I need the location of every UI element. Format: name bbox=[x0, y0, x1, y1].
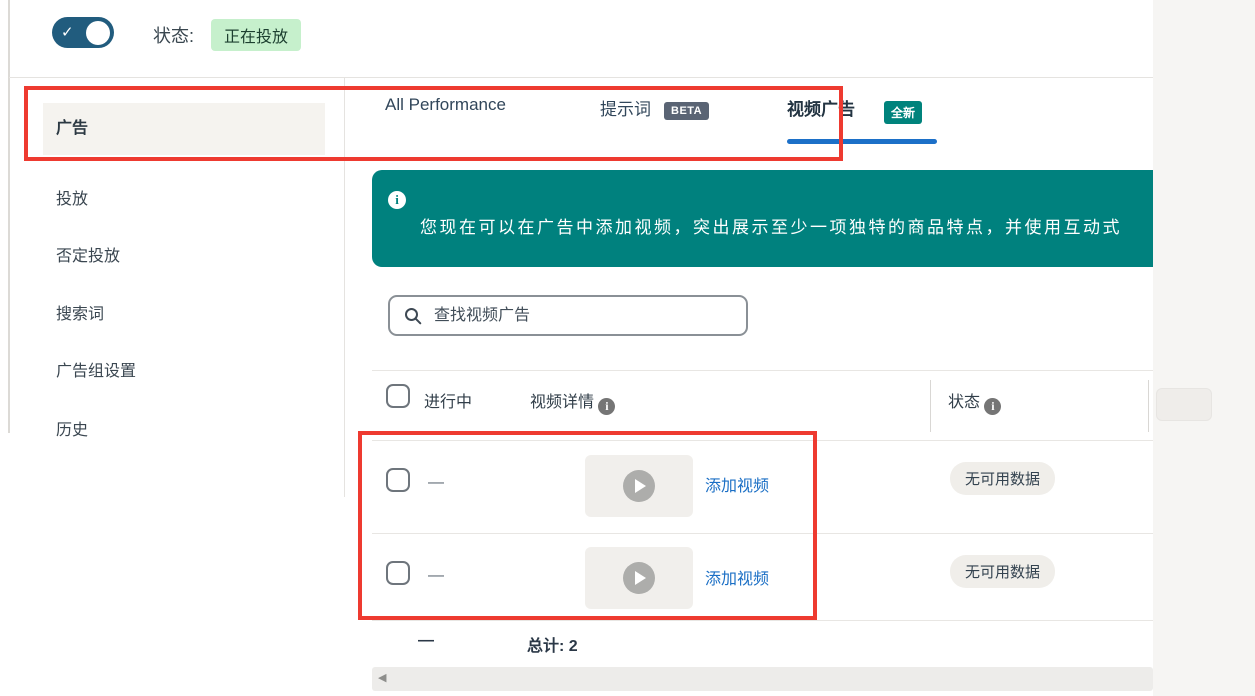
status-value-badge: 无可用数据 bbox=[950, 555, 1055, 588]
new-badge: 全新 bbox=[884, 101, 922, 124]
status-badge: 正在投放 bbox=[211, 19, 301, 51]
tab-video-ads[interactable]: 视频广告 bbox=[787, 95, 855, 120]
sidebar-item-negative-targeting[interactable]: 否定投放 bbox=[43, 237, 325, 277]
add-video-link[interactable]: 添加视频 bbox=[705, 472, 769, 496]
cut-off-panel-chip bbox=[1156, 388, 1212, 421]
column-divider bbox=[930, 380, 931, 432]
info-icon: i bbox=[388, 191, 406, 209]
content-card-border bbox=[344, 78, 345, 497]
info-icon[interactable]: i bbox=[598, 398, 615, 415]
status-value-badge: 无可用数据 bbox=[950, 462, 1055, 495]
toggle-knob bbox=[86, 21, 110, 45]
column-divider bbox=[1148, 380, 1149, 432]
footer-total: 总计: 2 bbox=[527, 632, 578, 656]
running-value: — bbox=[428, 567, 444, 585]
search-icon bbox=[404, 307, 422, 325]
play-icon bbox=[623, 470, 655, 502]
table-border bbox=[372, 620, 1153, 621]
column-header-status: 状态 i bbox=[948, 388, 1001, 415]
play-icon bbox=[623, 562, 655, 594]
sidebar-item-search-terms[interactable]: 搜索词 bbox=[43, 295, 325, 335]
sidebar-item-targeting[interactable]: 投放 bbox=[43, 180, 325, 220]
select-all-checkbox[interactable] bbox=[386, 384, 410, 408]
header-divider bbox=[9, 77, 1153, 78]
tab-all-performance[interactable]: All Performance bbox=[385, 95, 506, 115]
tab-prompt-words[interactable]: 提示词 bbox=[600, 95, 651, 120]
column-header-status-label: 状态 bbox=[948, 394, 980, 411]
info-icon[interactable]: i bbox=[984, 398, 1001, 415]
status-label: 状态: bbox=[153, 22, 194, 48]
right-background-band bbox=[1153, 0, 1255, 696]
sidebar-item-ad-group-settings[interactable]: 广告组设置 bbox=[43, 352, 325, 392]
scroll-left-arrow-icon[interactable]: ◀ bbox=[378, 671, 386, 684]
checkmark-icon: ✓ bbox=[61, 23, 74, 41]
footer-running-total: — bbox=[418, 632, 434, 650]
sidebar-item-history[interactable]: 历史 bbox=[43, 411, 325, 451]
campaign-manager-page: ✓ 状态: 正在投放 广告 投放 否定投放 搜索词 广告组设置 历史 All P… bbox=[0, 0, 1255, 696]
video-info-banner: i 您现在可以在广告中添加视频，突出展示至少一项独特的商品特点，并使用互动式 bbox=[372, 170, 1153, 267]
campaign-status-toggle[interactable]: ✓ bbox=[52, 17, 114, 48]
horizontal-scrollbar[interactable]: ◀ bbox=[372, 667, 1153, 691]
video-thumbnail-placeholder bbox=[585, 547, 693, 609]
left-panel-edge bbox=[8, 0, 10, 433]
video-search-box[interactable] bbox=[388, 295, 748, 336]
column-header-video-details-label: 视频详情 bbox=[530, 394, 594, 411]
search-input[interactable] bbox=[434, 299, 734, 332]
row-checkbox[interactable] bbox=[386, 468, 410, 492]
row-checkbox[interactable] bbox=[386, 561, 410, 585]
add-video-link[interactable]: 添加视频 bbox=[705, 565, 769, 589]
banner-text: 您现在可以在广告中添加视频，突出展示至少一项独特的商品特点，并使用互动式 bbox=[420, 213, 1122, 238]
video-thumbnail-placeholder bbox=[585, 455, 693, 517]
sidebar-item-ads[interactable]: 广告 bbox=[43, 103, 325, 155]
column-header-running: 进行中 bbox=[424, 388, 472, 412]
table-border bbox=[372, 370, 1153, 371]
column-header-video-details: 视频详情 i bbox=[530, 388, 615, 415]
running-value: — bbox=[428, 474, 444, 492]
table-border bbox=[372, 440, 1153, 441]
beta-badge: BETA bbox=[664, 102, 709, 120]
active-tab-underline bbox=[787, 139, 937, 144]
table-border bbox=[372, 533, 1153, 534]
